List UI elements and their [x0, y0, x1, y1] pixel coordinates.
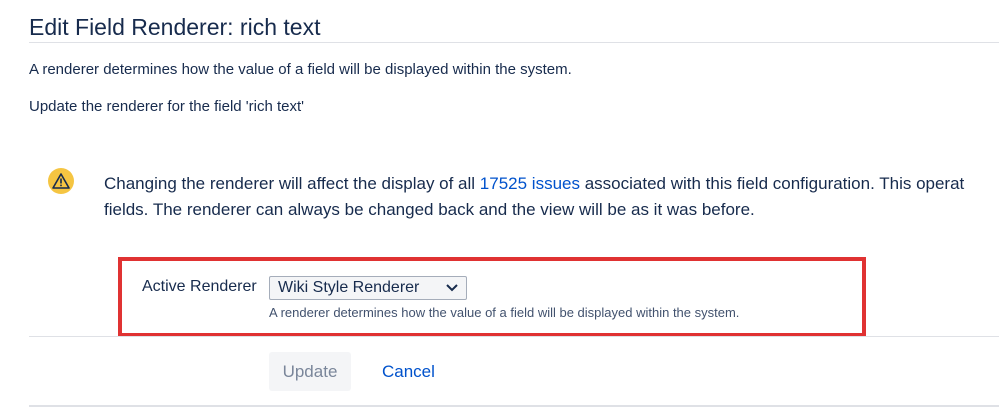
chevron-down-icon	[446, 284, 458, 292]
warning-icon	[48, 168, 74, 194]
renderer-help-text: A renderer determines how the value of a…	[269, 305, 740, 320]
warning-line-2: fields. The renderer can always be chang…	[104, 200, 755, 219]
cancel-link[interactable]: Cancel	[382, 362, 435, 382]
warning-message: Changing the renderer will affect the di…	[104, 171, 999, 223]
warning-text-after: associated with this field configuration…	[579, 174, 965, 193]
form-divider	[29, 336, 999, 337]
page-title: Edit Field Renderer: rich text	[29, 14, 321, 40]
title-divider	[29, 42, 999, 43]
highlight-box	[118, 257, 866, 337]
issues-count-link[interactable]: 17525 issues	[480, 174, 580, 193]
update-button[interactable]: Update	[269, 352, 351, 391]
active-renderer-label: Active Renderer	[142, 278, 257, 295]
footer-divider	[29, 405, 999, 407]
warning-text-before: Changing the renderer will affect the di…	[104, 174, 480, 193]
warning-line-1: Changing the renderer will affect the di…	[104, 171, 999, 197]
renderer-select-value: Wiki Style Renderer	[278, 279, 420, 296]
page-description: A renderer determines how the value of a…	[29, 61, 572, 78]
update-instruction: Update the renderer for the field 'rich …	[29, 98, 305, 115]
renderer-select[interactable]: Wiki Style Renderer	[269, 276, 467, 300]
